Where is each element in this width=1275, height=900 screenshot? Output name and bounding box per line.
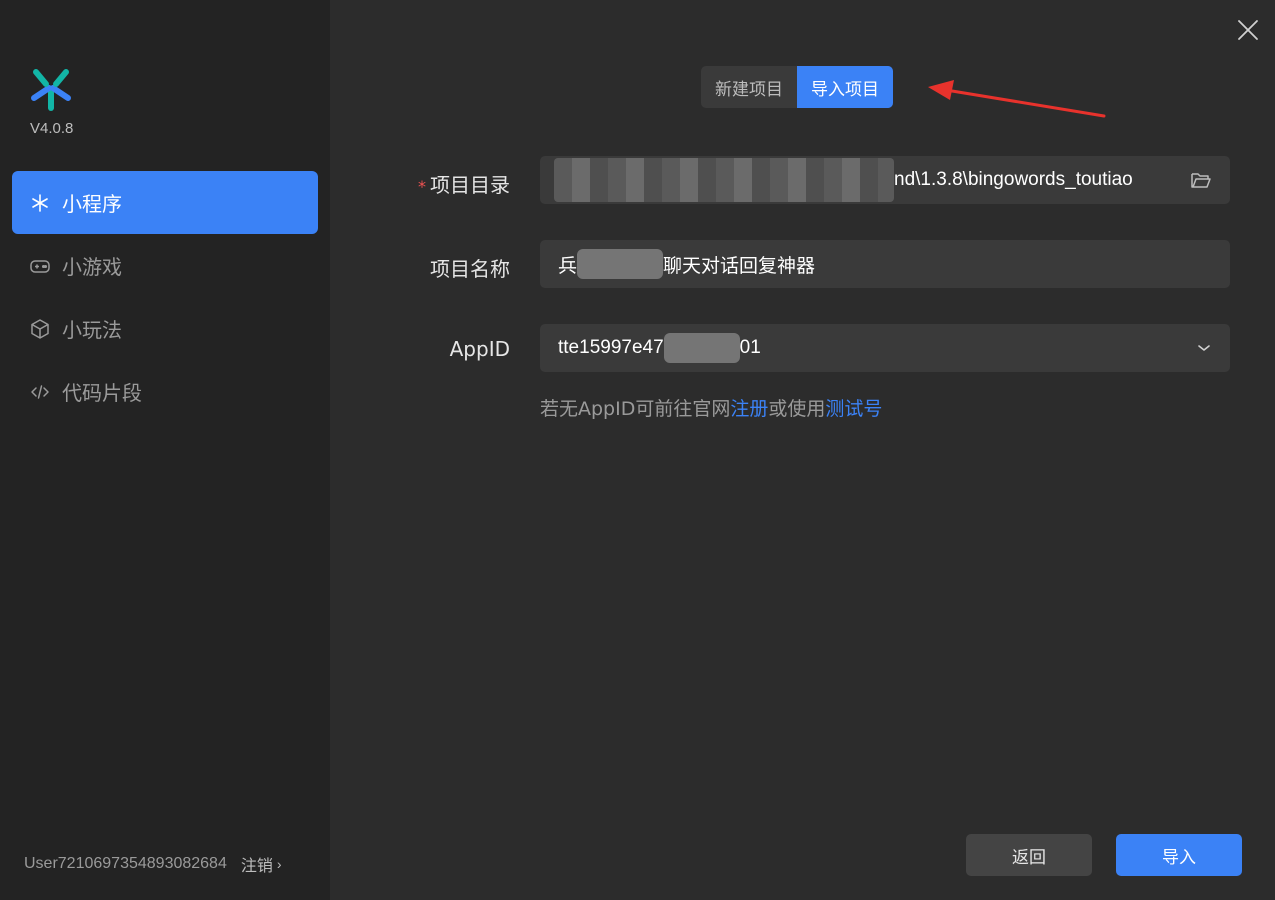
folder-open-icon[interactable] [1190,170,1212,190]
project-name-label: 项目名称 [430,257,510,281]
sidebar-item-minigame[interactable]: 小游戏 [12,234,318,297]
project-dir-label-text: 项目目录 [430,173,510,197]
chevron-down-icon[interactable] [1196,340,1212,356]
register-link[interactable]: 注册 [730,398,768,420]
project-mode-tabs: 新建项目 导入项目 [701,66,893,108]
app-logo [31,69,71,111]
sidebar-item-label: 代码片段 [62,381,142,405]
project-dir-value: nd\1.3.8\bingowords_toutiao [894,169,1133,190]
app-version: V4.0.8 [30,120,74,137]
required-mark: * [418,177,426,196]
sidebar-item-miniplay[interactable]: 小玩法 [12,297,318,360]
sidebar-nav: 小程序 小游戏 小玩法 代码片段 [12,171,318,423]
tab-import-project[interactable]: 导入项目 [797,66,893,108]
sidebar-item-miniprogram[interactable]: 小程序 [12,171,318,234]
hint-prefix: 若无AppID可前往官网 [540,398,731,420]
appid-suffix: 01 [739,337,761,358]
sidebar-item-code-snippets[interactable]: 代码片段 [12,360,318,423]
close-icon[interactable] [1236,18,1260,42]
project-name-input[interactable]: 兵 聊天对话回复神器 [540,240,1230,288]
user-row: User7210697354893082684 注销 › [24,852,282,876]
appid-hint: 若无AppID可前往官网注册或使用测试号 [540,394,882,421]
username: User7210697354893082684 [24,855,227,872]
redacted-mosaic [554,158,894,202]
project-dir-label: * 项目目录 [340,169,510,198]
test-account-link[interactable]: 测试号 [825,398,882,420]
back-button[interactable]: 返回 [966,834,1092,876]
project-name-prefix: 兵 [558,255,578,277]
code-icon [28,380,52,404]
sidebar-item-label: 小程序 [62,192,122,216]
project-name-suffix: 聊天对话回复神器 [663,255,816,277]
tab-new-project[interactable]: 新建项目 [701,66,797,108]
appid-label: AppID [449,337,510,361]
logout-link[interactable]: 注销 [241,852,273,876]
appid-select[interactable]: tte15997e47 01 [540,324,1230,372]
sidebar-item-label: 小玩法 [62,318,122,342]
project-dir-input[interactable]: nd\1.3.8\bingowords_toutiao [540,156,1230,204]
sidebar-item-label: 小游戏 [62,255,122,279]
annotation-arrow [928,80,1106,118]
miniprogram-icon [28,191,52,215]
appid-prefix: tte15997e47 [558,337,664,358]
redacted-blur [663,333,740,363]
sidebar: V4.0.8 小程序 小游戏 小玩法 代码片段 User721069735489… [0,0,330,900]
import-button[interactable]: 导入 [1116,834,1242,876]
hint-middle: 或使用 [768,398,826,420]
redacted-blur [577,249,664,279]
gamepad-icon [28,254,52,278]
cube-icon [28,317,52,341]
chevron-right-icon: › [276,856,282,872]
